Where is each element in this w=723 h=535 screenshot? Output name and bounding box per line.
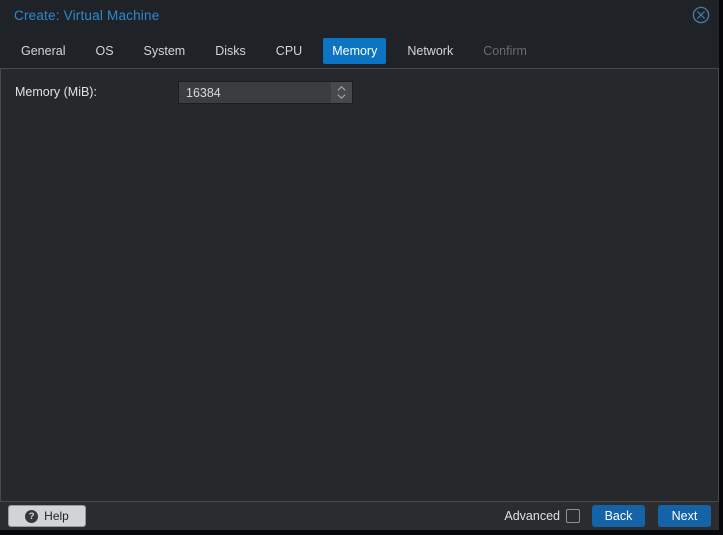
spinner-down-icon[interactable] (337, 94, 346, 99)
close-icon[interactable] (692, 6, 710, 24)
tab-cpu[interactable]: CPU (267, 38, 311, 64)
memory-spinner-field (178, 81, 353, 104)
create-vm-dialog: Create: Virtual Machine General OS Syste… (0, 0, 719, 530)
help-question-icon: ? (25, 509, 39, 523)
dialog-title: Create: Virtual Machine (14, 7, 160, 23)
memory-tab-panel: Memory (MiB): (0, 68, 719, 501)
dialog-titlebar: Create: Virtual Machine (0, 0, 719, 30)
tab-memory[interactable]: Memory (323, 38, 387, 64)
footer-actions: Advanced Back Next (504, 505, 711, 527)
help-button[interactable]: ? Help (8, 505, 86, 527)
help-button-label: Help (44, 509, 69, 523)
wizard-tabbar: General OS System Disks CPU Memory Netwo… (0, 30, 719, 68)
memory-form-row: Memory (MiB): (1, 69, 718, 104)
tab-general[interactable]: General (12, 38, 74, 64)
tab-disks[interactable]: Disks (206, 38, 255, 64)
tab-os[interactable]: OS (86, 38, 122, 64)
advanced-checkbox[interactable] (566, 509, 580, 523)
tab-network[interactable]: Network (398, 38, 462, 64)
next-button[interactable]: Next (658, 505, 711, 527)
dialog-footer: ? Help Advanced Back Next (0, 501, 719, 530)
spinner-up-icon[interactable] (337, 86, 346, 91)
tab-confirm: Confirm (483, 44, 527, 58)
memory-input[interactable] (178, 81, 353, 104)
memory-field-label: Memory (MiB): (15, 85, 97, 99)
back-button[interactable]: Back (592, 505, 645, 527)
tab-system[interactable]: System (135, 38, 195, 64)
memory-spinner[interactable] (331, 82, 352, 103)
advanced-label: Advanced (504, 509, 560, 523)
